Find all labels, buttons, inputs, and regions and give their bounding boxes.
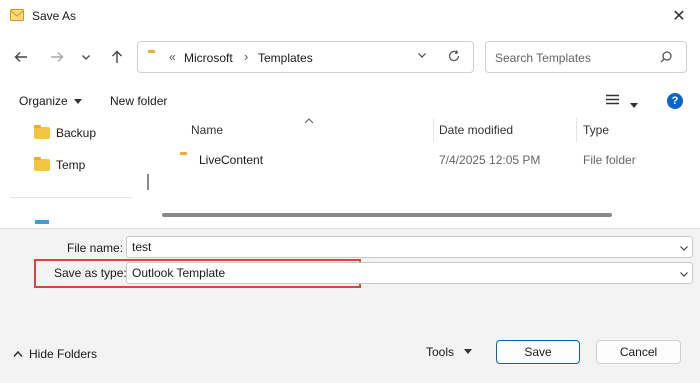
arrow-up-icon — [112, 50, 122, 63]
sidebar-divider — [10, 197, 132, 198]
recent-locations-button[interactable] — [76, 44, 96, 70]
hide-folders-label: Hide Folders — [29, 347, 98, 361]
up-button[interactable] — [104, 44, 130, 70]
command-bar — [0, 86, 700, 116]
file-name-input[interactable]: test — [132, 240, 151, 254]
new-folder-button[interactable]: New folder — [110, 94, 167, 108]
chevron-down-icon — [82, 55, 90, 60]
save-button[interactable]: Save — [496, 340, 580, 364]
back-button[interactable] — [8, 44, 34, 70]
breadcrumb-item-templates[interactable]: Templates — [258, 51, 313, 65]
column-header-date[interactable]: Date modified — [439, 123, 513, 137]
save-as-type-select[interactable]: Outlook Template — [126, 262, 693, 284]
this-pc-icon-partial — [35, 220, 49, 224]
table-row[interactable]: LiveContent 7/4/2025 12:05 PM File folde… — [178, 150, 678, 172]
column-headers — [156, 116, 700, 144]
caret-down-icon — [74, 99, 83, 104]
chevron-down-icon — [680, 272, 688, 277]
column-header-type[interactable]: Type — [583, 123, 609, 137]
address-dropdown-button[interactable] — [417, 49, 427, 63]
file-name-label: File name: — [67, 241, 124, 255]
arrow-left-icon — [14, 52, 27, 62]
file-list: Name Date modified Type LiveContent 7/4/… — [156, 116, 700, 224]
save-as-type-label: Save as type: — [54, 266, 127, 280]
refresh-icon — [448, 50, 460, 62]
folder-icon — [34, 125, 50, 139]
chevron-up-icon — [13, 350, 23, 357]
view-options-button[interactable] — [606, 94, 619, 108]
horizontal-scrollbar[interactable] — [162, 213, 612, 217]
list-view-icon — [606, 94, 619, 105]
chevron-down-icon — [418, 53, 426, 58]
column-header-name[interactable]: Name — [191, 123, 223, 137]
breadcrumb-overflow[interactable]: « — [169, 50, 176, 64]
cancel-button[interactable]: Cancel — [596, 340, 681, 364]
tools-menu-button[interactable]: Tools — [426, 345, 473, 359]
sidebar-item-backup[interactable]: Backup — [34, 125, 97, 140]
save-as-type-value: Outlook Template — [132, 266, 226, 280]
forward-button[interactable] — [44, 44, 70, 70]
window-title: Save As — [32, 9, 77, 23]
row-name: LiveContent — [199, 153, 264, 167]
column-divider[interactable] — [433, 118, 434, 142]
hide-folders-button[interactable]: Hide Folders — [13, 347, 97, 361]
row-date: 7/4/2025 12:05 PM — [439, 153, 541, 167]
sort-ascending-icon — [304, 116, 314, 127]
chevron-down-icon — [680, 246, 688, 251]
caret-down-icon — [464, 349, 473, 354]
organize-menu-button[interactable]: Organize — [19, 94, 83, 108]
folder-icon — [34, 157, 50, 171]
pane-splitter-grip[interactable] — [147, 174, 149, 190]
close-icon: ✕ — [672, 8, 686, 25]
navigation-pane: Backup Temp — [0, 116, 149, 224]
breadcrumb-separator-icon: › — [244, 49, 249, 64]
close-button[interactable]: ✕ — [664, 2, 694, 30]
column-divider[interactable] — [576, 118, 577, 142]
file-name-field[interactable]: test — [126, 236, 693, 258]
search-input[interactable]: Search Templates — [495, 51, 591, 65]
tools-label: Tools — [426, 345, 455, 359]
file-name-dropdown-button[interactable] — [679, 242, 689, 256]
caret-down-icon — [630, 103, 638, 108]
refresh-button[interactable] — [447, 49, 461, 66]
save-as-icon — [10, 9, 24, 21]
save-as-type-dropdown-button[interactable] — [679, 268, 689, 282]
search-icon — [660, 51, 672, 66]
breadcrumb-item-microsoft[interactable]: Microsoft — [184, 51, 233, 65]
search-box[interactable]: Search Templates — [485, 41, 687, 73]
title-bar: Save As ✕ — [0, 0, 700, 32]
sidebar-item-temp[interactable]: Temp — [34, 157, 86, 172]
sidebar-item-label: Backup — [56, 126, 97, 140]
address-bar[interactable]: « Microsoft › Templates — [137, 41, 474, 73]
arrow-right-icon — [51, 52, 64, 62]
row-type: File folder — [583, 153, 636, 167]
sidebar-item-label: Temp — [56, 158, 86, 172]
help-icon[interactable]: ? — [667, 93, 683, 109]
view-dropdown-button[interactable] — [630, 98, 638, 112]
organize-label: Organize — [19, 94, 68, 108]
